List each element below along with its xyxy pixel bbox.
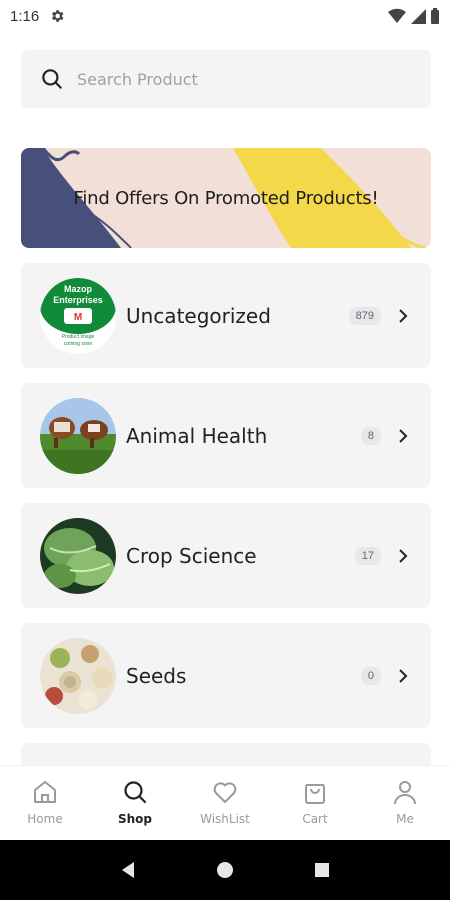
status-time: 1:16 xyxy=(10,7,40,25)
search-icon xyxy=(42,69,62,89)
category-count-badge: 17 xyxy=(354,546,381,565)
back-icon[interactable] xyxy=(118,860,138,880)
category-thumbnail xyxy=(40,517,116,594)
category-thumbnail xyxy=(40,397,116,474)
category-count-badge: 879 xyxy=(348,306,381,325)
category-card-uncategorized[interactable]: Mazop Enterprises M Product Image coming… xyxy=(21,263,431,368)
category-name: Uncategorized xyxy=(126,303,271,328)
system-navigation-bar xyxy=(0,840,450,900)
home-circle-icon[interactable] xyxy=(215,860,235,880)
category-card-animal-health[interactable]: Animal Health 8 xyxy=(21,383,431,488)
chevron-right-icon xyxy=(399,308,408,323)
chevron-right-icon xyxy=(399,548,408,563)
battery-icon xyxy=(431,8,439,24)
placeholder-logo-image: Mazop Enterprises M Product Image coming… xyxy=(40,277,116,354)
signal-icon xyxy=(411,9,426,24)
nav-label: Home xyxy=(27,812,63,826)
nav-label: Me xyxy=(396,812,414,826)
nav-shop[interactable]: Shop xyxy=(90,766,180,840)
nav-label: Cart xyxy=(302,812,328,826)
svg-text:M: M xyxy=(74,312,82,323)
nav-label: WishList xyxy=(200,812,250,826)
category-card-crop-science[interactable]: Crop Science 17 xyxy=(21,503,431,608)
cattle-photo xyxy=(40,397,116,474)
chevron-right-icon xyxy=(399,668,408,683)
category-card-seeds[interactable]: Seeds 0 xyxy=(21,623,431,728)
home-icon xyxy=(34,781,56,803)
nav-label: Shop xyxy=(117,812,153,826)
category-count-badge: 8 xyxy=(360,426,381,445)
svg-text:Product Image: Product Image xyxy=(62,334,95,340)
recents-icon[interactable] xyxy=(312,860,332,880)
wifi-icon xyxy=(388,8,406,23)
status-bar: 1:16 xyxy=(0,0,450,32)
cabbage-photo xyxy=(40,517,116,594)
heart-icon xyxy=(213,782,237,803)
bottom-navigation: Home Shop WishList Cart Me xyxy=(0,765,450,840)
settings-gear-icon xyxy=(52,10,64,22)
seeds-photo xyxy=(40,637,116,714)
category-count-badge: 0 xyxy=(360,666,381,685)
category-thumbnail: Mazop Enterprises M Product Image coming… xyxy=(40,277,116,354)
nav-wishlist[interactable]: WishList xyxy=(180,766,270,840)
search-bar[interactable] xyxy=(21,50,431,108)
nav-me[interactable]: Me xyxy=(360,766,450,840)
category-name: Animal Health xyxy=(126,423,268,448)
category-thumbnail xyxy=(40,637,116,714)
bag-icon xyxy=(305,784,325,804)
category-name: Crop Science xyxy=(126,543,257,568)
svg-text:coming soon: coming soon xyxy=(64,341,93,347)
svg-text:Mazop: Mazop xyxy=(64,284,93,294)
status-indicators xyxy=(388,8,440,24)
category-name: Seeds xyxy=(126,663,187,688)
user-icon xyxy=(394,781,416,805)
chevron-right-icon xyxy=(399,428,408,443)
banner-text: Find Offers On Promoted Products! xyxy=(73,187,379,209)
nav-cart[interactable]: Cart xyxy=(270,766,360,840)
svg-text:Enterprises: Enterprises xyxy=(53,295,103,305)
search-input[interactable] xyxy=(77,69,397,89)
search-icon xyxy=(124,781,147,804)
nav-home[interactable]: Home xyxy=(0,766,90,840)
promo-banner[interactable]: Find Offers On Promoted Products! xyxy=(21,148,431,248)
